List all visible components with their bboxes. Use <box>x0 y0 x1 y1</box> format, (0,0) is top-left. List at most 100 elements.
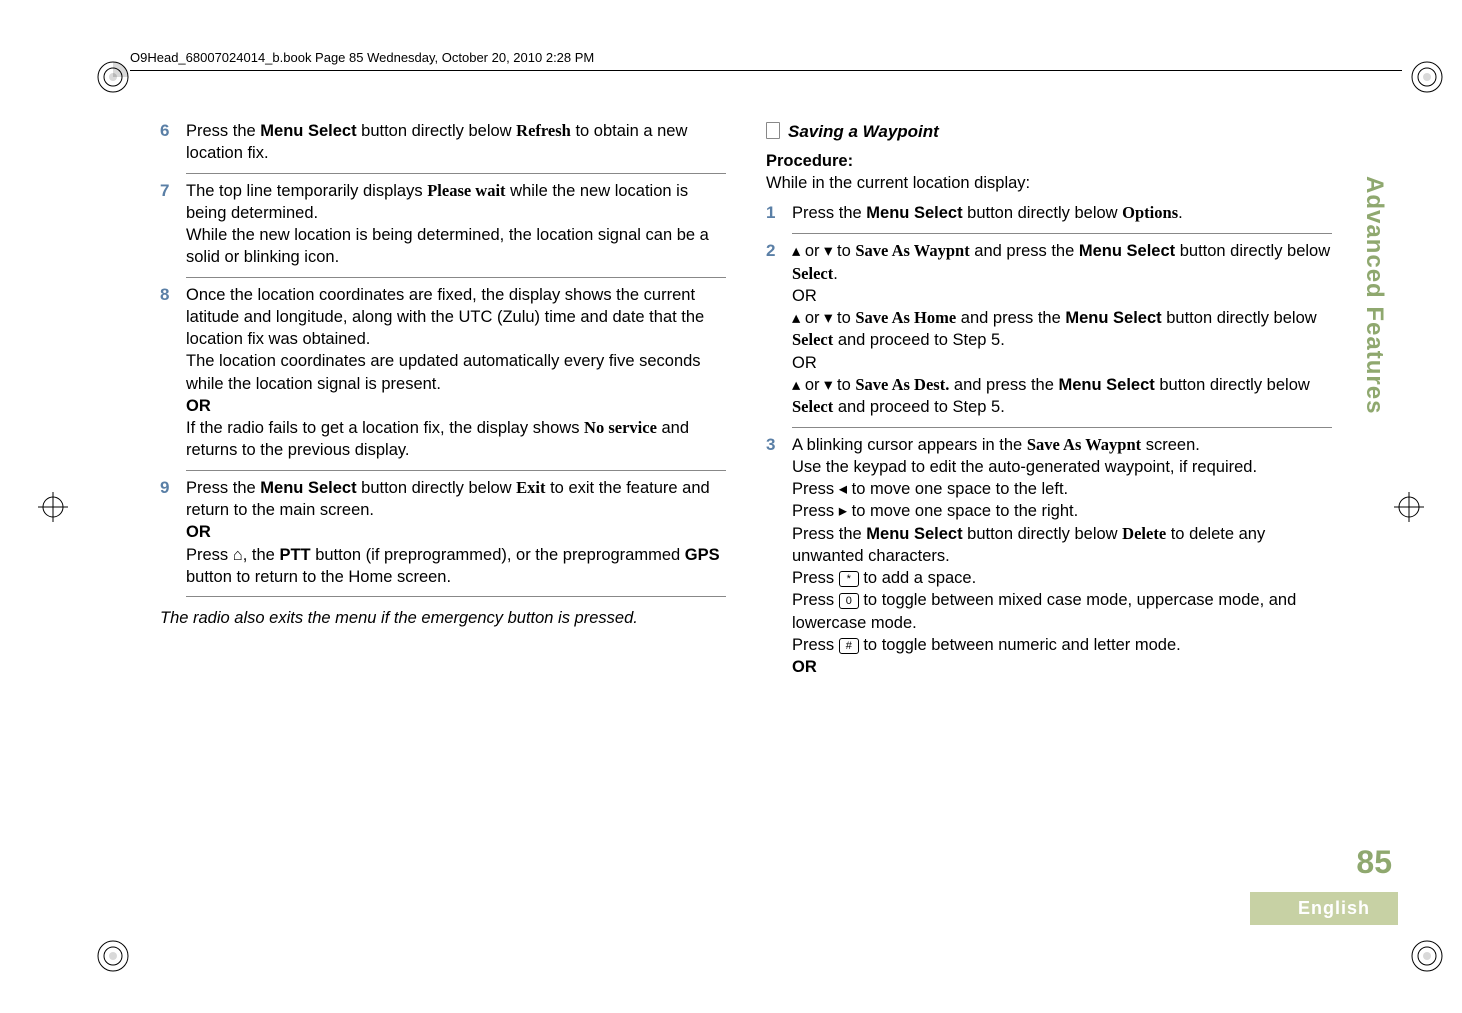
menu-select-label: Menu Select <box>866 204 962 222</box>
corner-mark-br <box>1410 939 1444 973</box>
or-label: OR <box>792 658 817 676</box>
registration-mark-right <box>1394 492 1424 522</box>
step-number: 6 <box>160 120 186 165</box>
step-body: Once the location coordinates are fixed,… <box>186 284 726 462</box>
text: screen. <box>1141 436 1200 454</box>
separator <box>186 277 726 278</box>
ui-save-as-home: Save As Home <box>855 308 956 327</box>
text: and proceed to Step 5. <box>833 398 1005 416</box>
step-number: 7 <box>160 180 186 269</box>
step-number: 2 <box>766 240 792 418</box>
step-3: 3 A blinking cursor appears in the Save … <box>766 434 1332 679</box>
ui-select: Select <box>792 330 833 349</box>
right-column: Saving a Waypoint Procedure: While in th… <box>766 120 1332 903</box>
side-tab-label: Advanced Features <box>1360 176 1388 414</box>
text: button directly below <box>1175 242 1330 260</box>
text: The location coordinates are updated aut… <box>186 352 701 392</box>
separator <box>186 173 726 174</box>
text: to move one space to the right. <box>847 502 1078 520</box>
separator <box>186 470 726 471</box>
note-text: The radio also exits the menu if the eme… <box>160 607 726 629</box>
text: Press the <box>186 122 260 140</box>
separator <box>792 233 1332 234</box>
or-label: OR <box>792 287 817 305</box>
star-key-icon: * <box>839 571 859 587</box>
page-content: 6 Press the Menu Select button directly … <box>160 120 1332 903</box>
text: button directly below <box>357 122 517 140</box>
menu-select-label: Menu Select <box>260 479 356 497</box>
text: Press <box>186 546 233 564</box>
text: to toggle between mixed case mode, upper… <box>792 591 1296 631</box>
text: Press the <box>792 204 866 222</box>
text: A blinking cursor appears in the <box>792 436 1027 454</box>
ptt-label: PTT <box>279 546 310 564</box>
menu-select-label: Menu Select <box>866 525 962 543</box>
corner-mark-bl <box>96 939 130 973</box>
text: to <box>832 376 855 394</box>
text: Once the location coordinates are fixed,… <box>186 286 704 349</box>
text: to <box>832 242 855 260</box>
step-body: ▴ or ▾ to Save As Waypnt and press the M… <box>792 240 1332 418</box>
step-7: 7 The top line temporarily displays Plea… <box>160 180 726 269</box>
text: or <box>800 376 824 394</box>
corner-mark-tr <box>1410 60 1444 94</box>
procedure-label: Procedure: <box>766 150 1332 172</box>
or-label: OR <box>186 397 211 415</box>
text: button to return to the Home screen. <box>186 568 451 586</box>
text: button directly below <box>1162 309 1317 327</box>
ui-refresh: Refresh <box>516 121 571 140</box>
separator <box>186 596 726 597</box>
step-number: 3 <box>766 434 792 679</box>
step-6: 6 Press the Menu Select button directly … <box>160 120 726 165</box>
text: button directly below <box>963 525 1123 543</box>
text: While the new location is being determin… <box>186 226 709 266</box>
or-label: OR <box>186 523 211 541</box>
step-2: 2 ▴ or ▾ to Save As Waypnt and press the… <box>766 240 1332 418</box>
registration-mark-left <box>38 492 68 522</box>
text: to add a space. <box>859 569 976 587</box>
ui-save-as-waypnt: Save As Waypnt <box>1027 435 1141 454</box>
or-label: OR <box>792 354 817 372</box>
text: to <box>832 309 855 327</box>
ui-please-wait: Please wait <box>427 181 505 200</box>
language-strip: English <box>1250 892 1398 925</box>
menu-select-label: Menu Select <box>260 122 356 140</box>
text: Press the <box>186 479 260 497</box>
header-rule <box>130 70 1402 71</box>
ui-select: Select <box>792 264 833 283</box>
step-number: 8 <box>160 284 186 462</box>
menu-select-label: Menu Select <box>1065 309 1161 327</box>
text: button (if preprogrammed), or the prepro… <box>311 546 685 564</box>
text: and press the <box>970 242 1079 260</box>
menu-select-label: Menu Select <box>1079 242 1175 260</box>
ui-select: Select <box>792 397 833 416</box>
procedure-intro: While in the current location display: <box>766 172 1332 194</box>
gps-label: GPS <box>685 546 720 564</box>
text: Press <box>792 502 839 520</box>
step-body: Press the Menu Select button directly be… <box>186 120 726 165</box>
text: If the radio fails to get a location fix… <box>186 419 584 437</box>
text: button directly below <box>357 479 517 497</box>
section-heading: Saving a Waypoint <box>766 120 1332 144</box>
side-tab: Advanced Features <box>1356 120 1392 470</box>
zero-key-icon: 0 <box>839 593 859 609</box>
page-number: 85 <box>1332 844 1392 881</box>
step-number: 9 <box>160 477 186 588</box>
text: or <box>800 309 824 327</box>
step-8: 8 Once the location coordinates are fixe… <box>160 284 726 462</box>
step-body: Press the Menu Select button directly be… <box>792 202 1332 225</box>
hash-key-icon: # <box>839 638 859 654</box>
right-arrow-icon: ▸ <box>839 502 847 520</box>
text: . <box>1178 204 1183 222</box>
running-header: O9Head_68007024014_b.book Page 85 Wednes… <box>130 50 594 65</box>
text: and press the <box>956 309 1065 327</box>
left-column: 6 Press the Menu Select button directly … <box>160 120 726 903</box>
separator <box>792 427 1332 428</box>
document-icon <box>766 122 780 139</box>
left-arrow-icon: ◂ <box>839 480 847 498</box>
page-number-box: 85 <box>1332 844 1392 881</box>
text: , the <box>243 546 280 564</box>
step-number: 1 <box>766 202 792 225</box>
text: and press the <box>949 376 1058 394</box>
text: Press <box>792 569 839 587</box>
